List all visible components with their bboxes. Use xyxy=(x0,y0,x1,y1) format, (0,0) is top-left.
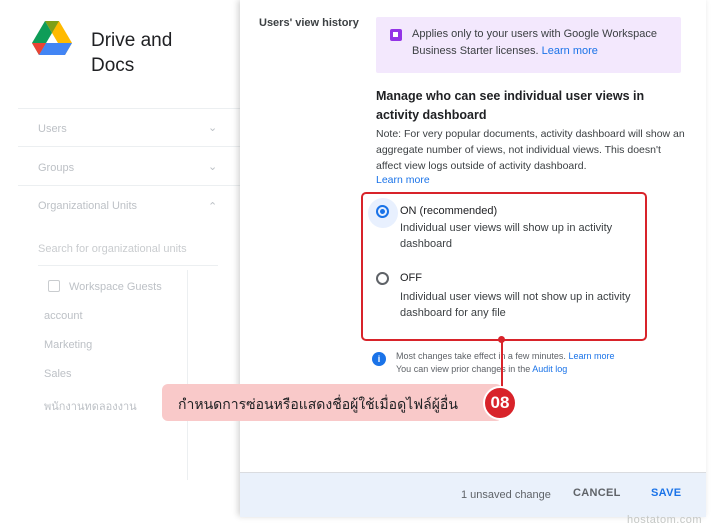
settings-panel: Users' view history Applies only to your… xyxy=(240,0,706,517)
radio-off[interactable] xyxy=(376,272,389,285)
watermark: hostatom.com xyxy=(627,514,703,526)
info-learn-more-link[interactable]: Learn more xyxy=(568,351,614,361)
nav-organizational-units[interactable]: Organizational Units xyxy=(38,200,137,212)
notice-text: Applies only to your users with Google W… xyxy=(412,28,657,57)
info-line2: You can view prior changes in the xyxy=(396,364,531,374)
callout-text: กำหนดการซ่อนหรือแสดงชื่อผู้ใช้เมื่อดูไฟล… xyxy=(178,396,458,412)
divider xyxy=(187,270,188,480)
org-unit-item[interactable]: Marketing xyxy=(44,339,92,351)
license-notice: Applies only to your users with Google W… xyxy=(376,17,681,73)
callout-connector xyxy=(501,339,503,387)
info-line1: Most changes take effect in a few minute… xyxy=(396,351,566,361)
info-text: Most changes take effect in a few minute… xyxy=(396,350,656,376)
callout-label: กำหนดการซ่อนหรือแสดงชื่อผู้ใช้เมื่อดูไฟล… xyxy=(162,384,502,421)
unsaved-status: 1 unsaved change xyxy=(461,489,551,501)
notice-learn-more-link[interactable]: Learn more xyxy=(542,45,598,57)
nav-groups[interactable]: Groups xyxy=(38,162,74,174)
option-on-description: Individual user views will show up in ac… xyxy=(400,222,613,250)
panel-footer: 1 unsaved change CANCEL SAVE xyxy=(240,472,706,517)
org-unit-item[interactable]: account xyxy=(44,310,83,322)
chevron-up-icon[interactable]: ⌃ xyxy=(208,200,217,213)
note-learn-more-link[interactable]: Learn more xyxy=(376,174,430,186)
search-org-units-input[interactable]: Search for organizational units xyxy=(38,243,218,266)
info-icon: i xyxy=(372,352,386,366)
org-unit-icon xyxy=(48,280,60,292)
chevron-down-icon[interactable]: ⌄ xyxy=(208,121,217,134)
radio-on[interactable] xyxy=(376,205,389,218)
option-off-description: Individual user views will not show up i… xyxy=(400,291,631,319)
section-label: Users' view history xyxy=(259,17,359,29)
setting-note: Note: For very popular documents, activi… xyxy=(376,128,685,172)
option-on-label[interactable]: ON (recommended) xyxy=(400,205,497,217)
save-button[interactable]: SAVE xyxy=(651,487,681,499)
setting-heading: Manage who can see individual user views… xyxy=(376,89,645,122)
divider xyxy=(18,185,240,186)
org-unit-item[interactable]: Sales xyxy=(44,368,72,380)
nav-users[interactable]: Users xyxy=(38,123,67,135)
app-title: Drive and Docs xyxy=(91,30,173,76)
admin-sidebar: Drive and Docs Users ⌄ Groups ⌄ Organiza… xyxy=(18,0,241,516)
divider xyxy=(18,146,240,147)
step-badge: 08 xyxy=(483,386,517,420)
org-unit-item[interactable]: พนักงานทดลองงาน xyxy=(44,397,137,415)
audit-log-link[interactable]: Audit log xyxy=(532,364,567,374)
divider xyxy=(18,108,240,109)
option-off-label[interactable]: OFF xyxy=(400,272,422,284)
flag-icon xyxy=(390,29,402,41)
cancel-button[interactable]: CANCEL xyxy=(573,487,621,499)
org-unit-item[interactable]: Workspace Guests xyxy=(69,281,162,293)
chevron-down-icon[interactable]: ⌄ xyxy=(208,160,217,173)
google-drive-logo-icon xyxy=(32,21,72,55)
